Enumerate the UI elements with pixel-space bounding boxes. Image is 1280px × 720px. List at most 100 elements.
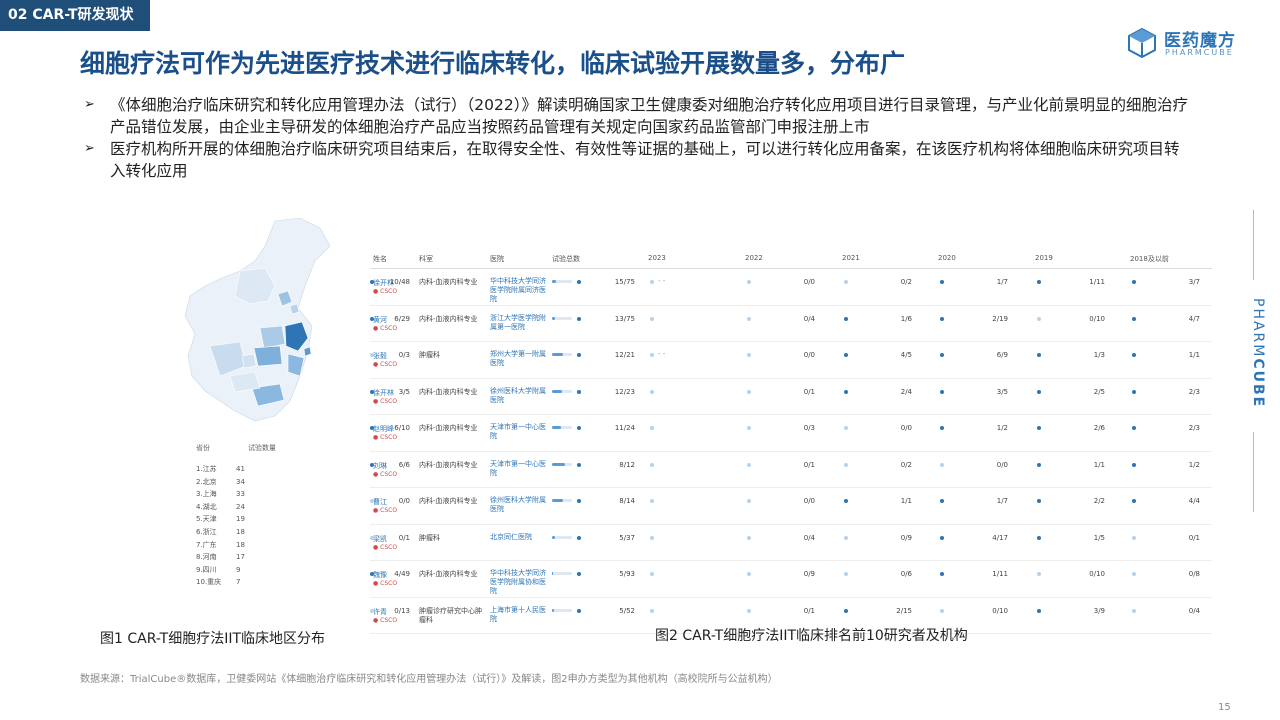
year-dot xyxy=(650,608,654,613)
year-value: 0/4 xyxy=(1188,606,1200,615)
year-value: 0/0 xyxy=(398,497,410,505)
year-value: 0/9 xyxy=(803,570,815,578)
year-dot xyxy=(844,462,848,467)
hospital-link[interactable]: 华中科技大学同济医学院附属协和医院 xyxy=(490,569,548,596)
year-dot xyxy=(844,499,848,503)
province-row: 1.江苏 41 xyxy=(196,463,316,476)
year-value: 2/4 xyxy=(900,387,912,396)
csco-badge: ● CSCO xyxy=(373,580,398,587)
year-value: 0/3 xyxy=(803,424,815,432)
year-value: 0/0 xyxy=(900,424,912,432)
year-dot xyxy=(747,572,751,576)
china-heatmap xyxy=(184,217,331,422)
total-progress-bar xyxy=(552,462,572,466)
map-region-hubei xyxy=(253,345,283,367)
csco-badge: ● CSCO xyxy=(373,543,398,551)
col-2019: 2019 xyxy=(1035,254,1053,262)
col-2022: 2022 xyxy=(745,254,763,262)
investigator-table: 姓名 科室 医院 试验总数 2023 2022 2021 2020 2019 2… xyxy=(370,247,1212,634)
year-dot xyxy=(650,535,654,540)
year-dot xyxy=(940,426,944,430)
hospital-link[interactable]: 天津市第一中心医院 xyxy=(490,460,548,478)
col-total: 试验总数 xyxy=(552,255,580,263)
year-dot xyxy=(940,280,944,284)
side-brand-light: PHARM xyxy=(1250,298,1266,359)
csco-badge: ● CSCO xyxy=(373,470,398,478)
year-value: 2/15 xyxy=(896,606,912,615)
col-province: 省份 xyxy=(196,444,210,452)
year-dot xyxy=(1132,426,1136,430)
year-dot xyxy=(940,499,944,503)
col-hospital: 医院 xyxy=(490,255,504,263)
total-dot xyxy=(577,316,581,321)
hospital-link[interactable]: 华中科技大学同济医学院附属同济医院 xyxy=(490,277,548,304)
province-row: 6.浙江 18 xyxy=(196,526,316,539)
hospital-link[interactable]: 北京同仁医院 xyxy=(490,533,548,542)
year-dot xyxy=(1132,280,1136,284)
total-dot xyxy=(577,462,581,467)
year-value: 2/19 xyxy=(992,314,1008,323)
year-dot xyxy=(747,280,751,284)
department: 肿瘤诊疗研究中心肿瘤科 xyxy=(419,606,482,624)
province-row: 3.上海 33 xyxy=(196,488,316,501)
department: 内科-血液内科专业 xyxy=(419,460,478,469)
year-dot xyxy=(1132,462,1136,467)
total-dot xyxy=(577,280,581,284)
year-dot xyxy=(747,353,751,357)
map-region-chongqing xyxy=(241,353,257,369)
year-value: 0/13 xyxy=(394,606,410,615)
hospital-link[interactable]: 天津市第一中心医院 xyxy=(490,423,548,441)
year-dot xyxy=(844,316,848,321)
year-value: 0/8 xyxy=(1188,570,1200,578)
province-row: 4.湖北 24 xyxy=(196,501,316,514)
year-dot xyxy=(1132,535,1136,540)
bullet-arrow-icon: ➢ xyxy=(84,97,95,112)
year-value: 1/3 xyxy=(1093,351,1105,359)
hospital-link[interactable]: 上海市第十人民医院 xyxy=(490,606,548,624)
table-row: 张毅 ● CSCO 肿瘤科 郑州大学第一附属医院 12/21- -0/0 4/5 6/9 1/… xyxy=(370,342,1212,379)
bullet-item: ➢ 医疗机构所开展的体细胞治疗临床研究项目结束后，在取得安全性、有效性等证据的基… xyxy=(84,138,1194,182)
total-dot xyxy=(577,608,581,613)
year-value: 4/49 xyxy=(394,570,410,578)
total-dot xyxy=(577,572,581,576)
province-count: 19 xyxy=(236,515,245,524)
year-dot xyxy=(1037,608,1041,613)
total-trials: 12/21 xyxy=(614,351,635,359)
year-dot xyxy=(650,499,654,503)
csco-badge: ● CSCO xyxy=(373,434,398,441)
year-value: 0/0 xyxy=(803,278,815,286)
year-value: 3/7 xyxy=(1188,278,1200,286)
year-dot xyxy=(1132,316,1136,321)
total-dot xyxy=(577,499,581,503)
map-region-henan xyxy=(259,325,286,349)
total-trials: 5/93 xyxy=(619,570,635,578)
year-value: 0/6 xyxy=(900,570,912,578)
year-value: 3/5 xyxy=(996,387,1008,396)
year-dot xyxy=(650,572,654,576)
year-value: 0/10 xyxy=(1089,570,1105,578)
year-dot xyxy=(1132,389,1136,394)
data-source-note: 数据来源：TrialCube®数据库，卫健委网站《体细胞治疗临床研究和转化应用管… xyxy=(80,674,778,685)
table-row: 刘琳 ● CSCO 内科-血液内科专业 天津市第一中心医院 8/12 0/1 0/2 0/0 1… xyxy=(370,452,1212,488)
department: 内科-血液内科专业 xyxy=(419,314,478,323)
col-2020: 2020 xyxy=(938,254,956,262)
hospital-link[interactable]: 徐州医科大学附属医院 xyxy=(490,496,548,514)
year-dot xyxy=(747,316,751,321)
year-value: 1/2 xyxy=(1188,460,1200,469)
year-dot xyxy=(1132,353,1136,357)
year-value: 0/1 xyxy=(803,460,815,469)
bullet-item: ➢ 《体细胞治疗临床研究和转化应用管理办法（试行）（2022）》解读明确国家卫生… xyxy=(84,94,1194,138)
year-value: 4/4 xyxy=(1188,497,1200,505)
province-table-header: 省份 试验数量 xyxy=(196,443,276,453)
year-value: 6/10 xyxy=(394,424,410,432)
hospital-link[interactable]: 郑州大学第一附属医院 xyxy=(490,350,548,368)
year-value: 4/7 xyxy=(1188,314,1200,323)
year-value: 0/1 xyxy=(398,533,410,542)
year-dot xyxy=(650,280,654,284)
year-dot xyxy=(650,389,654,394)
year-value: 1/1 xyxy=(1093,460,1105,469)
hospital-link[interactable]: 浙江大学医学院附属第一医院 xyxy=(490,314,548,332)
year-dot xyxy=(747,389,751,394)
hospital-link[interactable]: 徐州医科大学附属医院 xyxy=(490,387,548,405)
year-value: 2/3 xyxy=(1188,387,1200,396)
